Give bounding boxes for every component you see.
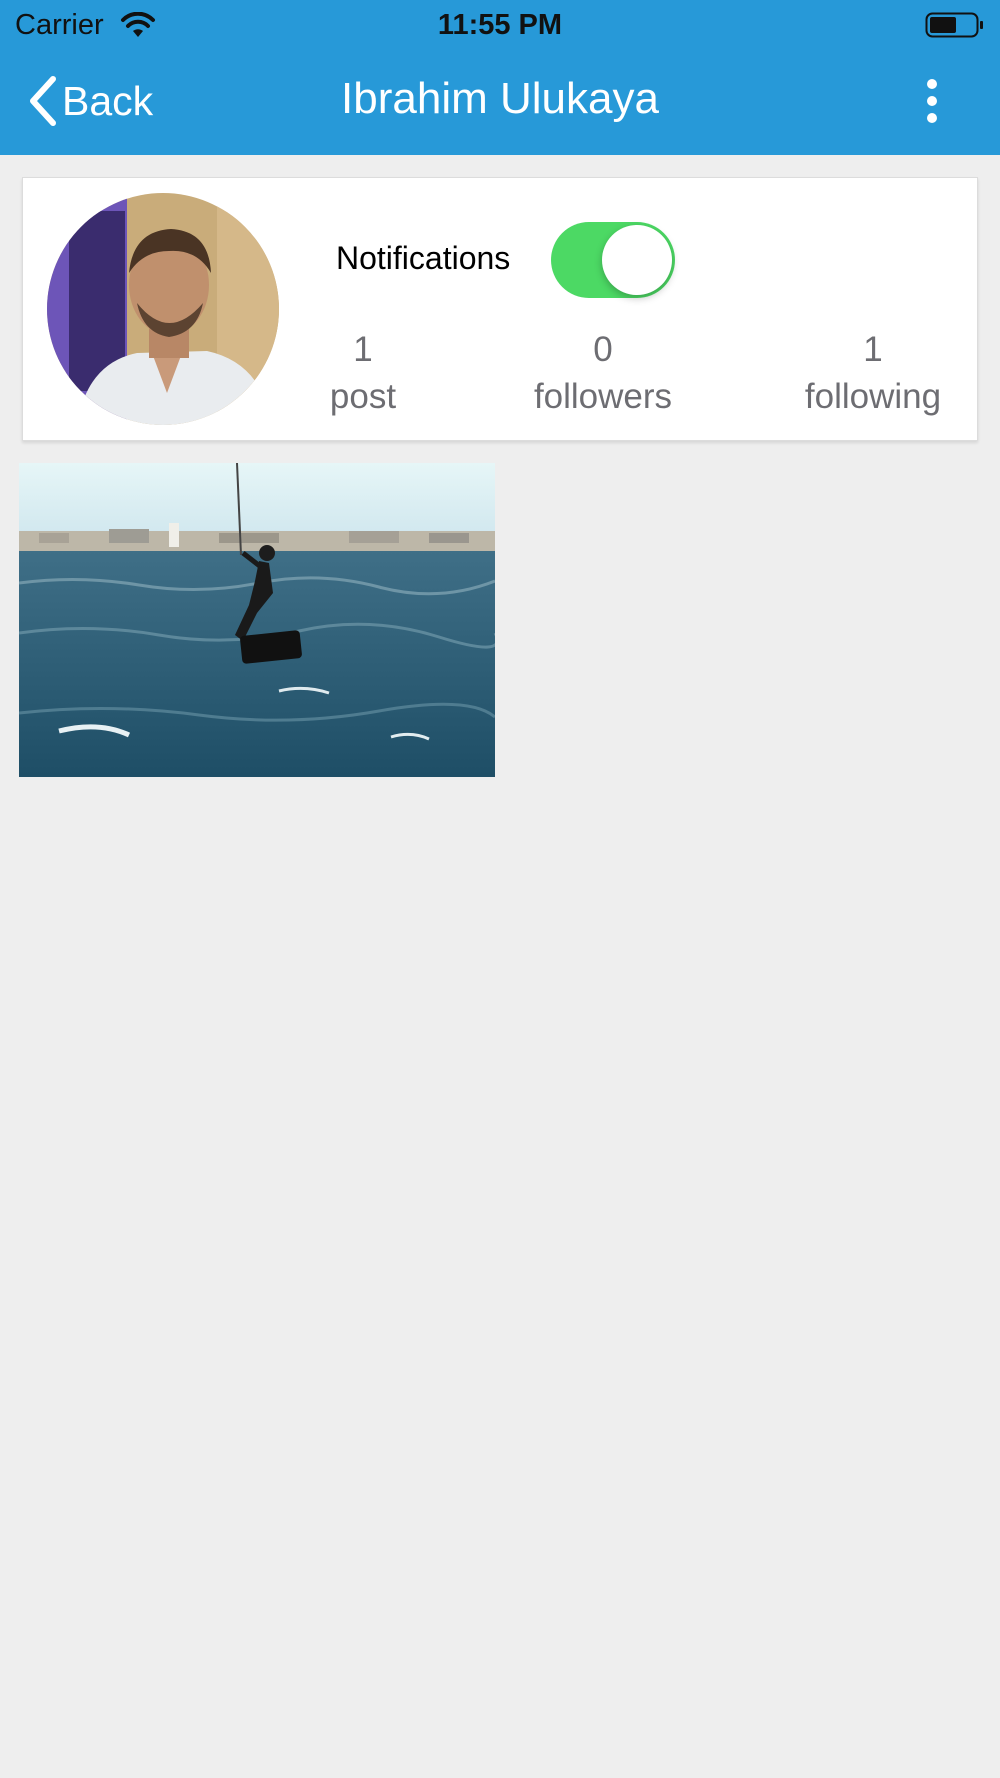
navigation-bar: Back Ibrahim Ulukaya xyxy=(0,50,1000,155)
post-image xyxy=(19,463,495,777)
notifications-toggle[interactable] xyxy=(551,222,675,298)
status-bar: Carrier 11:55 PM xyxy=(0,0,1000,50)
following-stat[interactable]: 1 following xyxy=(783,326,963,420)
notifications-label: Notifications xyxy=(336,240,511,276)
followers-count: 0 xyxy=(593,330,613,369)
avatar-image xyxy=(47,193,279,425)
posts-count: 1 xyxy=(353,330,373,369)
posts-label: post xyxy=(329,377,397,416)
following-count: 1 xyxy=(863,330,883,369)
toggle-knob xyxy=(602,225,672,295)
post-thumbnail[interactable] xyxy=(19,463,495,777)
page-title: Ibrahim Ulukaya xyxy=(341,74,659,123)
posts-stat[interactable]: 1 post xyxy=(283,326,443,420)
followers-stat[interactable]: 0 followers xyxy=(503,326,703,420)
battery-icon xyxy=(925,12,983,38)
profile-card: Notifications 1 post 0 followers 1 follo… xyxy=(22,177,978,441)
following-label: following xyxy=(804,377,942,416)
more-vertical-icon[interactable] xyxy=(915,78,949,124)
status-time: 11:55 PM xyxy=(437,9,563,41)
followers-label: followers xyxy=(533,377,673,416)
avatar xyxy=(47,193,279,425)
